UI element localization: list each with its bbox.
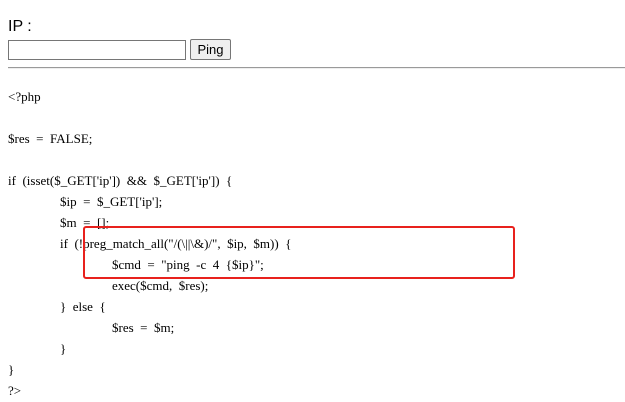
ping-button[interactable]: Ping	[190, 39, 231, 60]
php-open-tag: <?php	[8, 89, 41, 104]
horizontal-divider	[8, 67, 625, 69]
code-line-if-isset: if (isset($_GET['ip']) && $_GET['ip']) {	[8, 173, 233, 188]
code-line-outer-close: }	[8, 362, 15, 377]
code-line-res-m-assign: $res = $m;	[112, 320, 175, 335]
code-line-ip-assign: $ip = $_GET['ip'];	[60, 194, 163, 209]
code-line-inner-close: }	[60, 341, 67, 356]
php-close-tag: ?>	[8, 383, 22, 398]
red-highlight-box	[83, 226, 515, 279]
code-line-res-assign: $res = FALSE;	[8, 131, 93, 146]
code-line-exec: exec($cmd, $res);	[112, 278, 209, 293]
code-line-else: } else {	[60, 299, 106, 314]
ip-input[interactable]	[8, 40, 186, 60]
ip-label: IP :	[8, 18, 32, 35]
